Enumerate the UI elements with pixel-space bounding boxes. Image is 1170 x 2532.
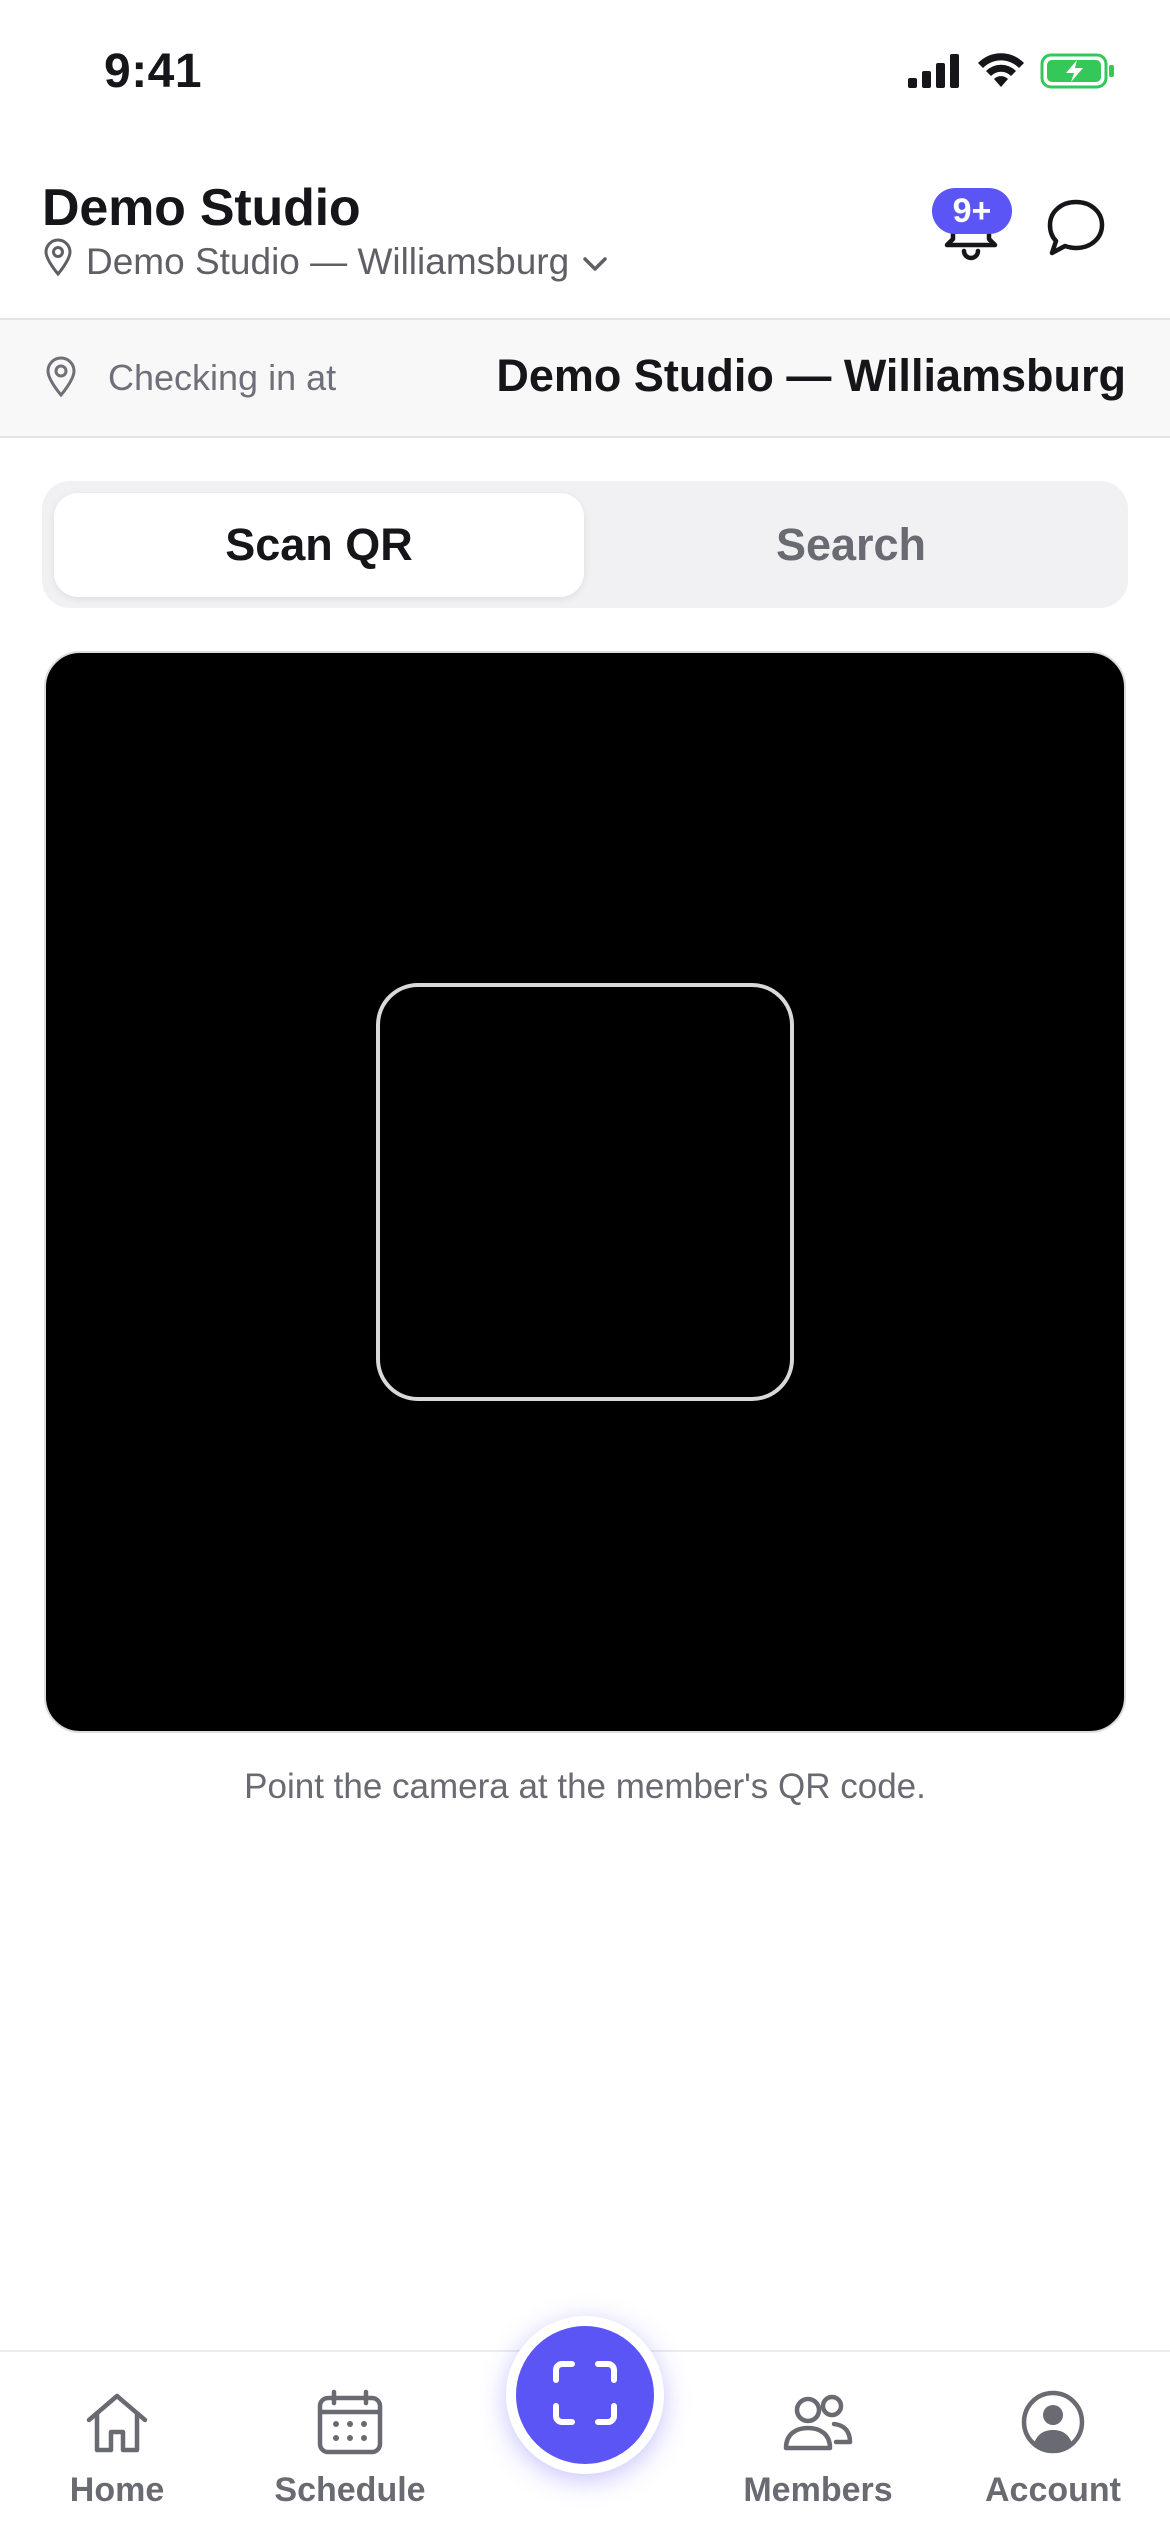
location-pin-icon [44,356,78,403]
location-pin-icon [42,238,74,285]
calendar-icon [314,2388,386,2461]
scan-fab-button[interactable] [506,2316,664,2474]
tab-account[interactable]: Account [953,2388,1153,2510]
wifi-icon [976,53,1026,94]
tab-home-label: Home [69,2471,165,2509]
checkin-location: Demo Studio — Williamsburg [496,350,1126,401]
tab-members[interactable]: Members [718,2388,918,2510]
status-time: 9:41 [104,45,203,98]
tab-scan-qr[interactable]: Scan QR [54,493,584,597]
tab-members-label: Members [743,2471,893,2509]
checkin-label: Checking in at [108,357,337,398]
tab-home[interactable]: Home [17,2388,217,2510]
battery-charging-icon [1040,52,1116,95]
tab-search[interactable]: Search [586,493,1116,597]
home-icon [81,2388,153,2461]
studio-title: Demo Studio [42,179,361,237]
scan-frame [376,983,794,1401]
scanner-hint: Point the camera at the member's QR code… [244,1767,926,1806]
tab-schedule-label: Schedule [274,2471,426,2509]
messages-button[interactable] [1034,188,1118,272]
location-name: Demo Studio — Williamsburg [86,240,570,282]
scan-icon [550,2358,620,2433]
tab-schedule[interactable]: Schedule [250,2388,450,2510]
chevron-down-icon [581,241,609,283]
location-selector[interactable]: Demo Studio — Williamsburg [42,238,609,285]
tab-account-label: Account [985,2471,1121,2509]
chat-bubble-icon [1044,196,1108,265]
members-icon [780,2388,856,2461]
cellular-signal-icon [908,54,962,93]
banner-divider [0,436,1170,438]
account-icon [1017,2388,1089,2461]
notification-badge: 9+ [932,188,1012,234]
status-icons [908,52,1116,95]
